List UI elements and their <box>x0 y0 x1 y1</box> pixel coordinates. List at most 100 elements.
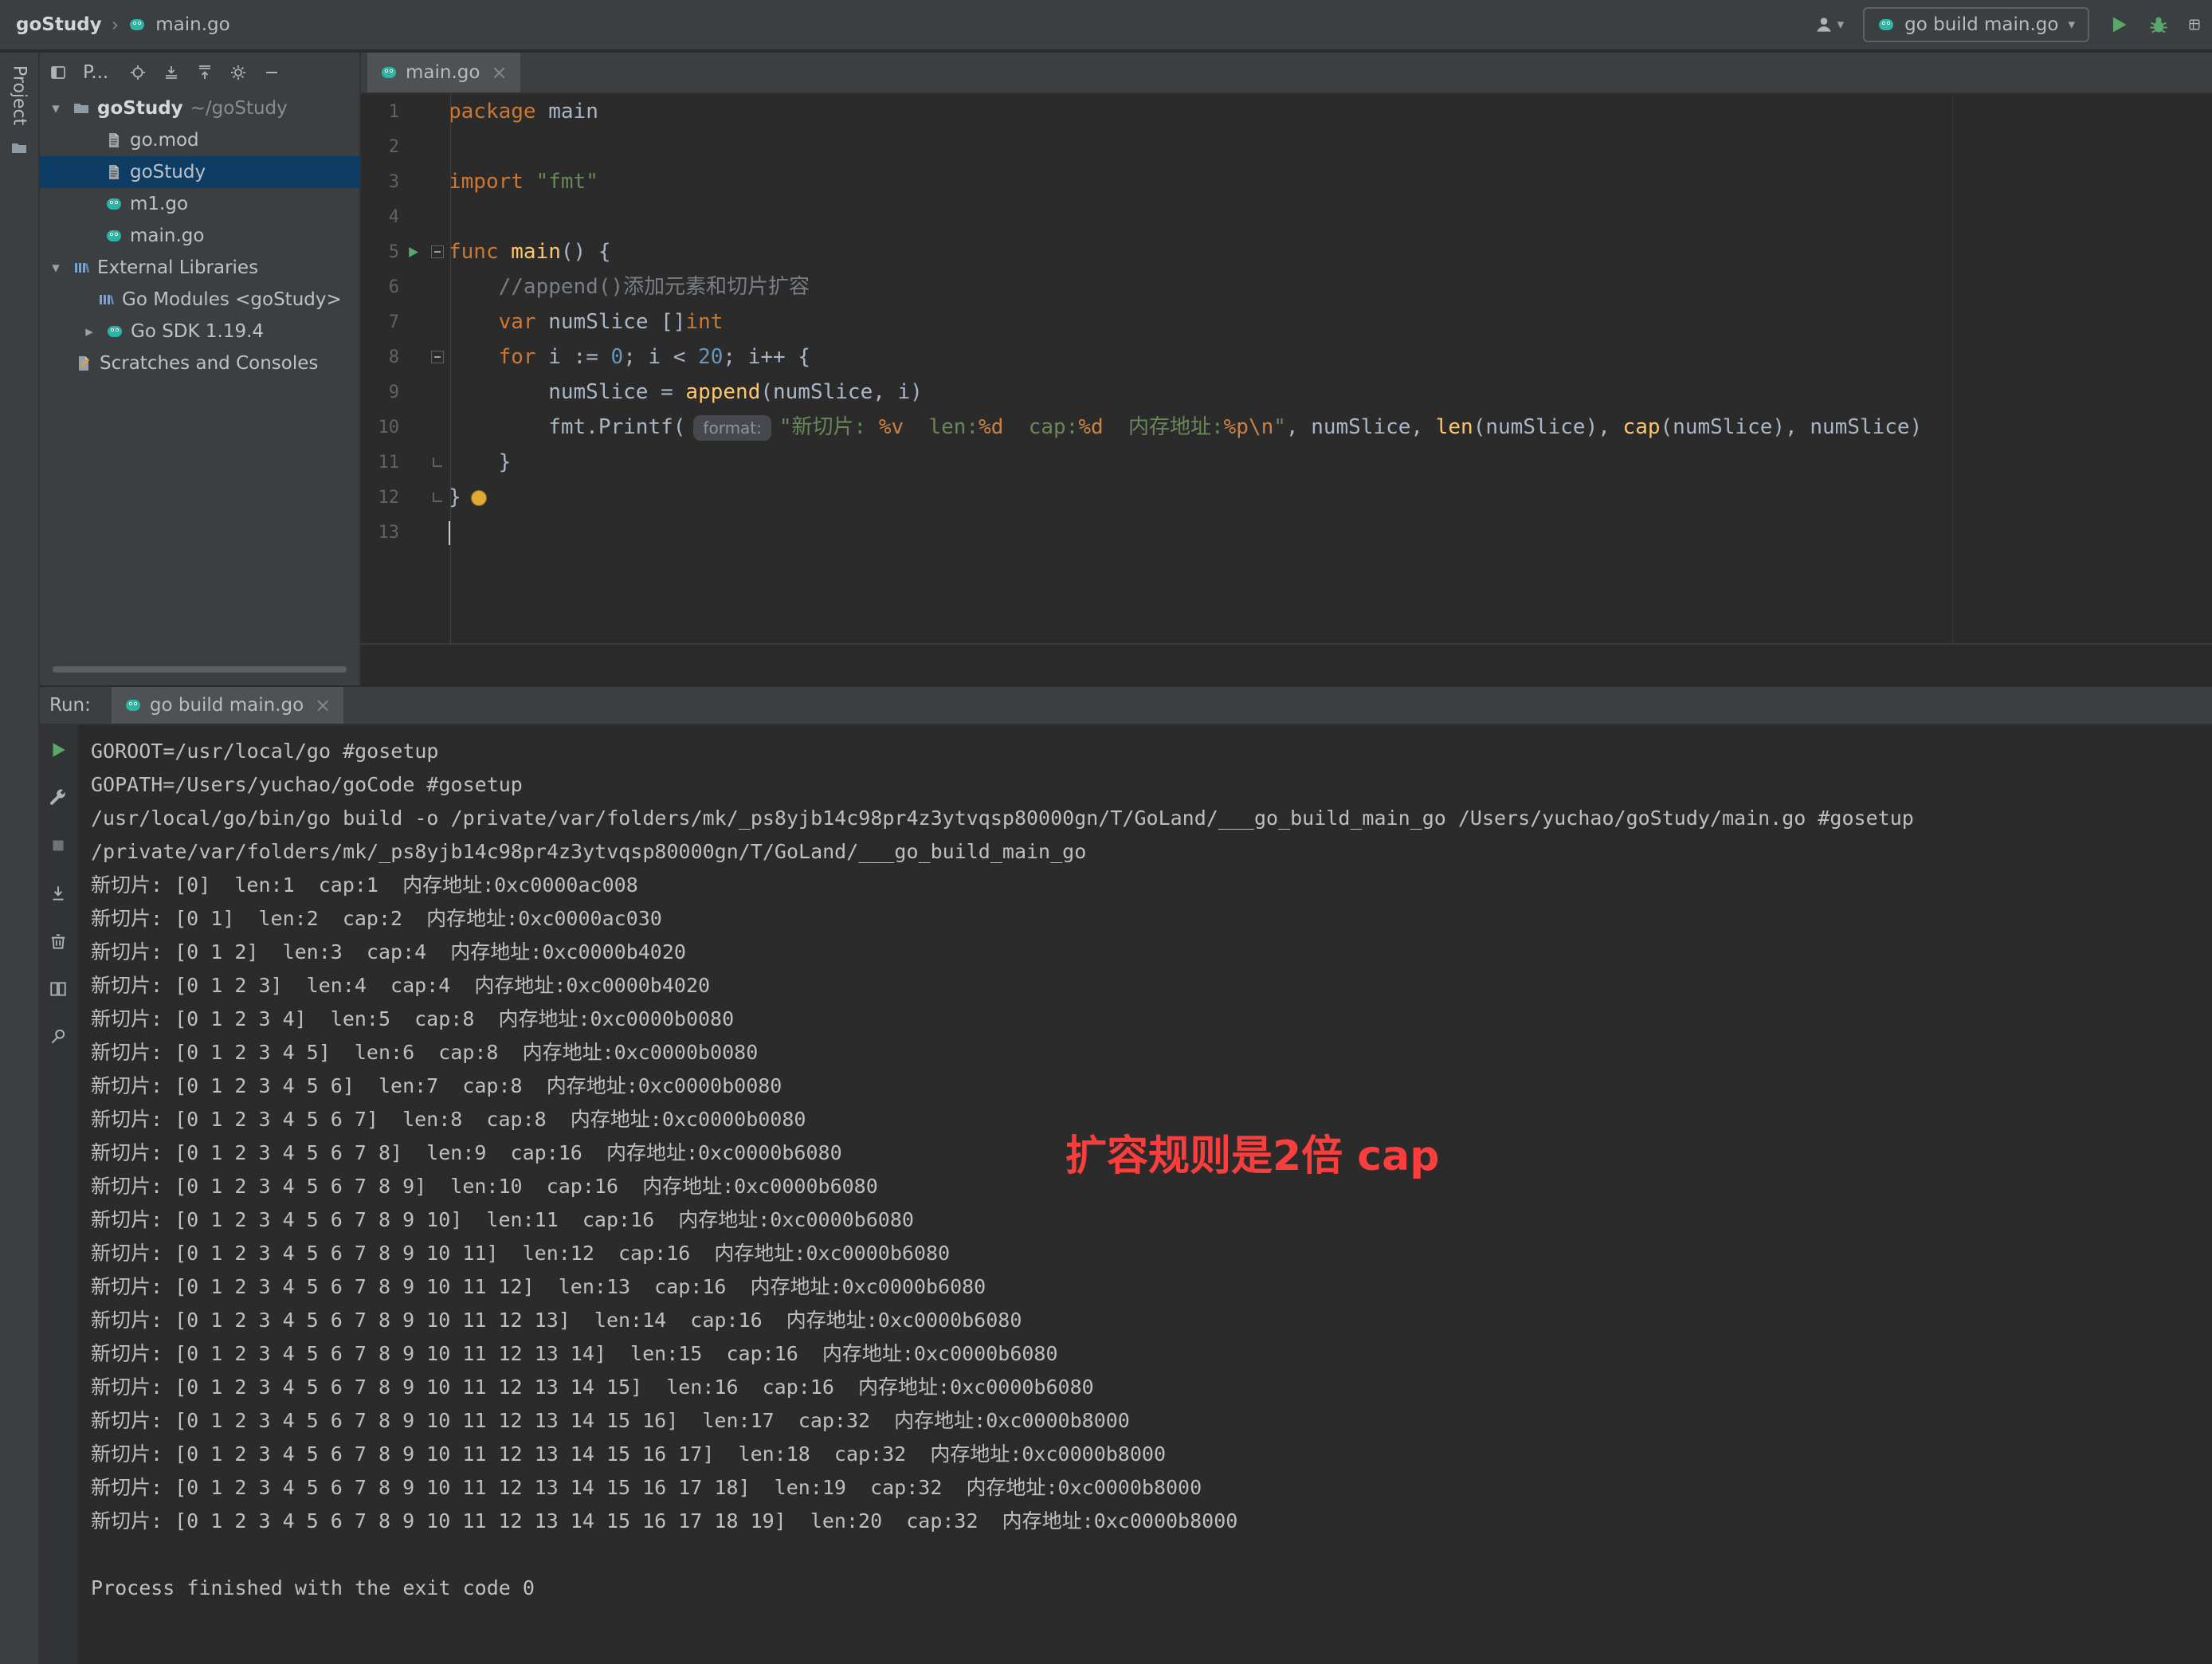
file-icon <box>105 131 123 149</box>
stop-button[interactable] <box>41 834 76 858</box>
breadcrumb-file[interactable]: main.go <box>155 14 229 35</box>
folder-icon <box>73 100 90 117</box>
scroll-to-end-button[interactable] <box>41 881 76 905</box>
rerun-button[interactable] <box>41 738 76 762</box>
console-line: 新切片: [0 1 2 3 4 5 6 7 8 9 10 11 12 13 14… <box>91 1404 2212 1438</box>
tree-item-label: m1.go <box>130 194 188 214</box>
chevron-down-icon[interactable]: ▾ <box>46 259 65 277</box>
tab-main-go[interactable]: main.go × <box>367 53 520 92</box>
run-line-icon[interactable] <box>399 245 426 259</box>
go-icon <box>106 323 124 340</box>
code-text: } <box>449 445 511 480</box>
expand-all-button[interactable] <box>163 64 180 81</box>
line-number: 3 <box>361 172 399 192</box>
line-number: 12 <box>361 488 399 508</box>
run-toolbar <box>40 725 78 1664</box>
line-number: 11 <box>361 453 399 473</box>
tab-go-build-main-go[interactable]: go build main.go × <box>112 687 343 724</box>
tree-item-label: goStudy <box>130 162 206 182</box>
code-line[interactable]: 1package main <box>361 94 2212 129</box>
console-line: 新切片: [0 1 2 3 4 5 6 7 8 9 10 11 12 13 14… <box>91 1371 2212 1404</box>
intention-bulb-icon[interactable] <box>471 490 487 506</box>
code-line[interactable]: 5func main() { <box>361 234 2212 269</box>
project-stripe-button[interactable]: Project <box>10 65 29 125</box>
line-number: 2 <box>361 137 399 157</box>
hide-panel-button[interactable] <box>263 64 280 81</box>
code-lines: 1package main 2 3 import "fmt"45func main()… <box>361 94 2212 550</box>
line-number: 9 <box>361 383 399 402</box>
folder-stripe-icon[interactable] <box>10 139 28 157</box>
code-line[interactable]: 6 //append()添加元素和切片扩容 <box>361 269 2212 304</box>
console-line: 新切片: [0 1 2 3 4] len:5 cap:8 内存地址:0xc000… <box>91 1003 2212 1036</box>
tree-item-go-sdk-1.19.4[interactable]: ▸ Go SDK 1.19.4 <box>40 316 359 347</box>
clear-console-button[interactable] <box>41 929 76 953</box>
more-tools-button[interactable] <box>2188 14 2201 35</box>
close-tab-icon[interactable]: × <box>315 694 331 716</box>
code-text: func main() { <box>449 234 611 269</box>
modify-run-config-button[interactable] <box>41 786 76 810</box>
go-icon <box>105 227 123 245</box>
run-tab-label: go build main.go <box>150 695 304 716</box>
code-line[interactable]: 10 fmt.Printf(format:"新切片: %v len:%d cap… <box>361 410 2212 445</box>
fold-open-icon[interactable] <box>426 351 449 363</box>
code-line[interactable]: 4 <box>361 199 2212 234</box>
editor: main.go × 1package main 2 3 import "fmt"45f… <box>361 53 2212 685</box>
tree-item-go-modules-gostudy-[interactable]: Go Modules <goStudy> <box>40 284 359 316</box>
lib-icon <box>73 259 90 277</box>
collapse-all-button[interactable] <box>196 64 214 81</box>
code-line[interactable]: 3 import "fmt" <box>361 164 2212 199</box>
tree-item-main.go[interactable]: main.go <box>40 220 359 252</box>
go-icon <box>105 195 123 213</box>
chevron-down-icon: ▾ <box>2068 17 2075 33</box>
debug-button[interactable] <box>2148 14 2169 35</box>
tree-item-label: External Libraries <box>97 257 258 278</box>
user-icon <box>1814 14 1834 35</box>
code-text: package main <box>449 94 598 129</box>
go-file-icon <box>1877 16 1895 33</box>
console-line: /private/var/folders/mk/_ps8yjb14c98pr4z… <box>91 835 2212 869</box>
code-line[interactable]: 11 } <box>361 445 2212 480</box>
fold-open-icon[interactable] <box>426 245 449 258</box>
project-panel-title[interactable]: P... <box>83 62 108 83</box>
tree-item-go.mod[interactable]: go.mod <box>40 124 359 156</box>
run-button[interactable] <box>2108 14 2129 35</box>
code-line[interactable]: 2 <box>361 129 2212 164</box>
tree-item-gostudy[interactable]: ▾goStudy ~/goStudy <box>40 92 359 124</box>
tree-item-label: Go SDK 1.19.4 <box>131 321 264 342</box>
code-text: var numSlice []int <box>449 304 723 339</box>
run-config-select[interactable]: go build main.go ▾ <box>1863 7 2089 42</box>
line-number: 7 <box>361 312 399 332</box>
tree-item-gostudy[interactable]: goStudy <box>40 156 359 188</box>
split-console-button[interactable] <box>41 977 76 1001</box>
parameter-hint: format: <box>693 415 771 441</box>
code-line[interactable]: 7 var numSlice []int <box>361 304 2212 339</box>
lib-icon <box>97 291 115 308</box>
chevron-right-icon[interactable]: ▸ <box>80 323 99 340</box>
code-text: import "fmt" <box>449 164 598 199</box>
fold-close-icon[interactable] <box>426 457 449 467</box>
fold-close-icon[interactable] <box>426 493 449 502</box>
user-account-button[interactable]: ▾ <box>1814 14 1845 35</box>
tab-label: main.go <box>406 62 480 83</box>
tree-item-scratches-and-consoles[interactable]: Scratches and Consoles <box>40 347 359 379</box>
pin-tab-button[interactable] <box>41 1025 76 1049</box>
console-line: 新切片: [0 1 2 3 4 5] len:6 cap:8 内存地址:0xc0… <box>91 1036 2212 1069</box>
chevron-down-icon: ▾ <box>1837 17 1845 33</box>
project-hscrollbar[interactable] <box>53 666 347 673</box>
code-area[interactable]: 1package main 2 3 import "fmt"45func main()… <box>361 94 2212 685</box>
tree-item-m1.go[interactable]: m1.go <box>40 188 359 220</box>
tree-item-external-libraries[interactable]: ▾ External Libraries <box>40 252 359 284</box>
breadcrumb-chevron-icon: › <box>112 14 120 36</box>
settings-gear-button[interactable] <box>229 64 247 81</box>
line-number: 13 <box>361 523 399 543</box>
console-line <box>91 1538 2212 1572</box>
code-line[interactable]: 13 <box>361 515 2212 550</box>
code-line[interactable]: 8 for i := 0; i < 20; i++ { <box>361 339 2212 375</box>
code-text: numSlice = append(numSlice, i) <box>449 375 923 410</box>
code-line[interactable]: 9 numSlice = append(numSlice, i) <box>361 375 2212 410</box>
close-tab-icon[interactable]: × <box>491 61 507 84</box>
breadcrumb-project[interactable]: goStudy <box>16 14 102 35</box>
code-line[interactable]: 12} <box>361 480 2212 515</box>
locate-file-button[interactable] <box>129 64 147 81</box>
chevron-down-icon[interactable]: ▾ <box>46 100 65 117</box>
